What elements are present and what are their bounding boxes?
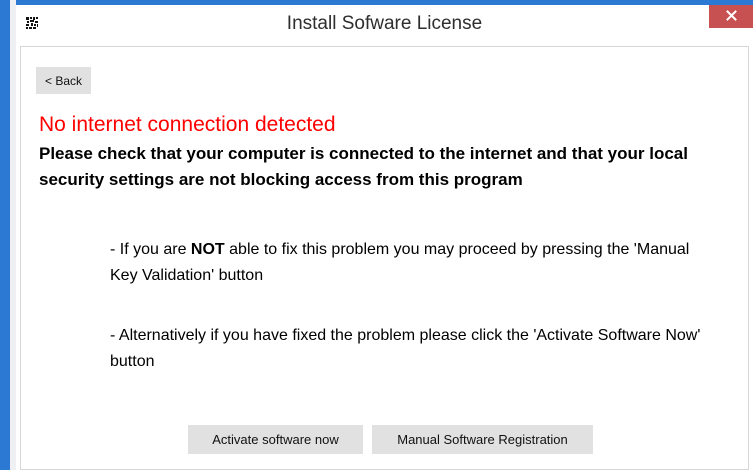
activate-software-button[interactable]: Activate software now [188, 425, 363, 454]
hint-prefix: - If you are [110, 241, 191, 258]
activate-hint: - Alternatively if you have fixed the pr… [110, 327, 701, 370]
license-window: Install Sofware License < Back No intern… [0, 0, 753, 470]
hint-emphasis: NOT [190, 241, 225, 258]
dialog-frame: Install Sofware License < Back No intern… [16, 5, 753, 470]
window-left-border [0, 0, 10, 470]
manual-validation-hint: - If you are NOT able to fix this proble… [110, 237, 710, 289]
error-title: No internet connection detected [39, 113, 336, 136]
back-button[interactable]: < Back [36, 67, 91, 94]
window-title: Install Sofware License [286, 13, 483, 34]
error-detail: Please check that your computer is conne… [39, 144, 688, 189]
title-bar[interactable]: Install Sofware License [16, 5, 753, 46]
dialog-content: < Back No internet connection detected P… [20, 46, 749, 470]
close-icon [725, 9, 737, 24]
close-button[interactable] [709, 5, 753, 28]
manual-registration-button[interactable]: Manual Software Registration [372, 425, 593, 454]
